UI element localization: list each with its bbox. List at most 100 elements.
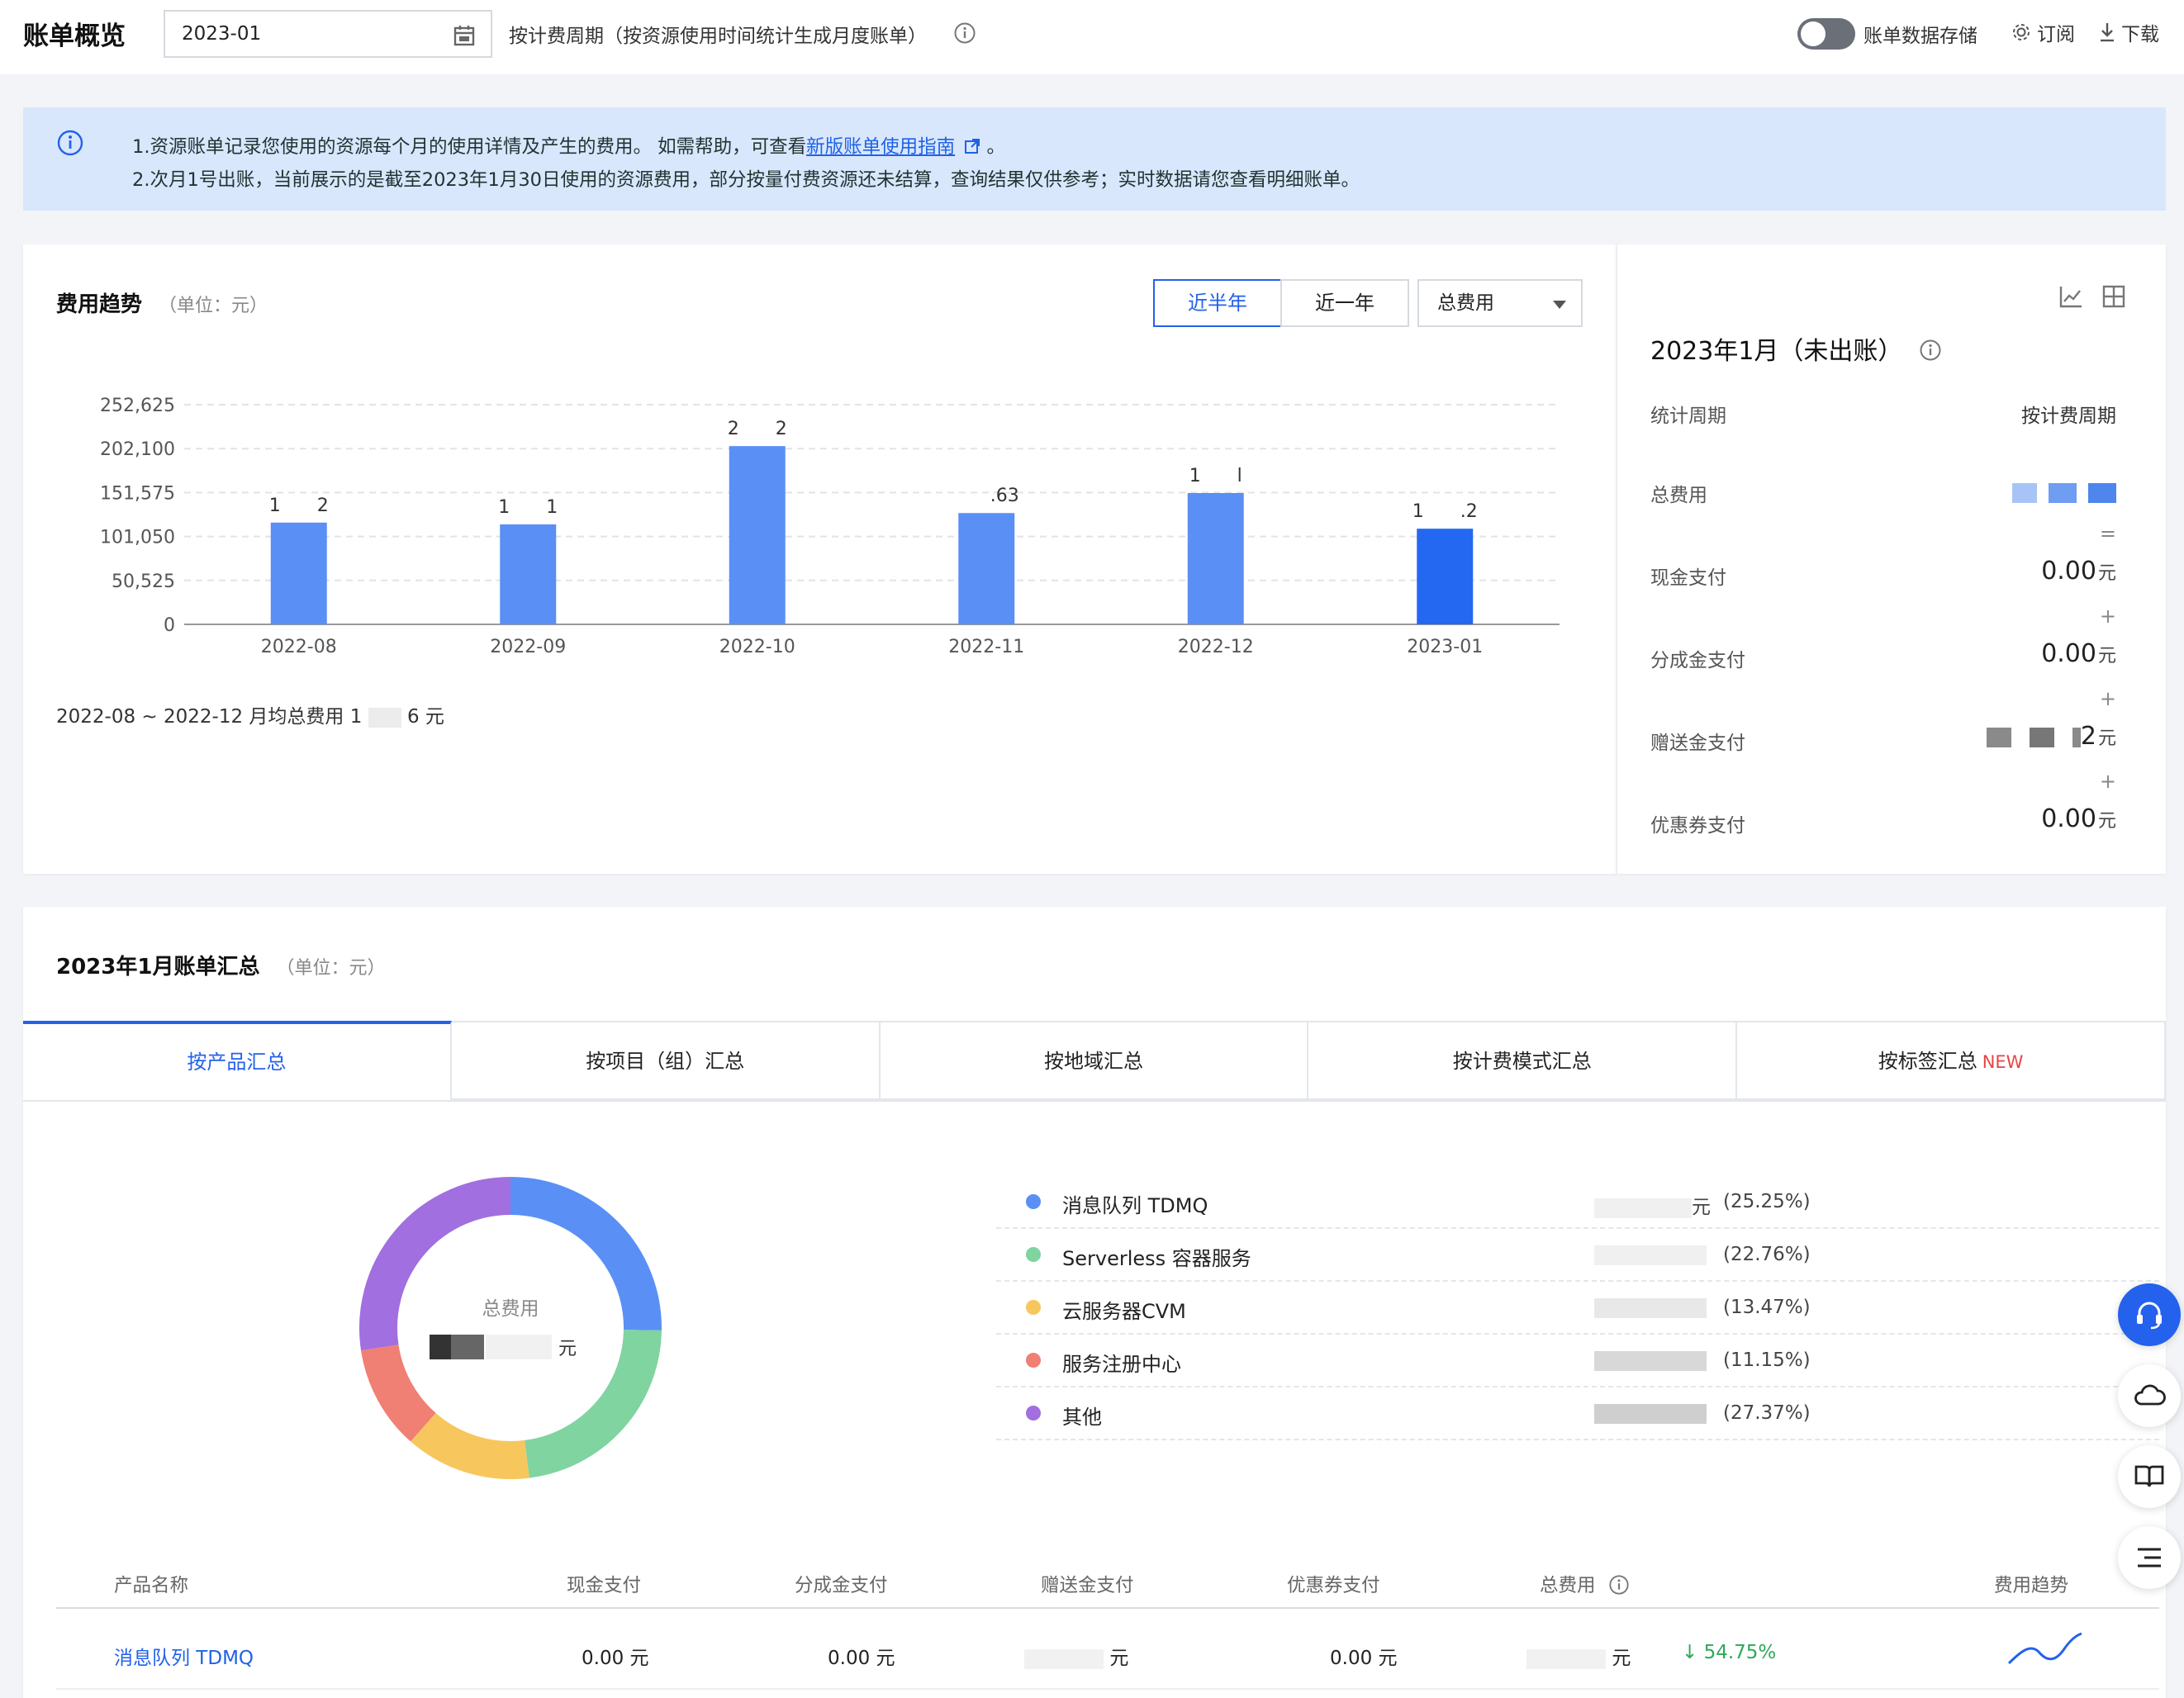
- table-icon[interactable]: [2101, 284, 2126, 309]
- legend-item: 云服务器CVM (13.47%): [996, 1282, 2159, 1335]
- gift-label: 赠送金支付: [1650, 733, 1745, 754]
- product-table-header: 产品名称 现金支付 分成金支付 赠送金支付 优惠券支付 总费用 费用趋势: [56, 1556, 2159, 1609]
- gift-value: 2元: [1986, 722, 2116, 751]
- guide-link[interactable]: 新版账单使用指南: [806, 136, 955, 158]
- gift-cell: 元: [1024, 1642, 1128, 1670]
- total-label: 总费用: [1650, 485, 1707, 506]
- legend-item: 消息队列 TDMQ 元 (25.25%): [996, 1176, 2159, 1229]
- coupon-value: 0.00元: [2041, 804, 2116, 833]
- legend-name: Serverless 容器服务: [1062, 1247, 1251, 1270]
- legend-dot: [1026, 1406, 1041, 1421]
- legend-percent: (11.15%): [1723, 1349, 1811, 1371]
- bar-value-label: 1 l: [1189, 466, 1242, 486]
- gift-amount-tail: 2: [2080, 722, 2096, 751]
- donut-slice[interactable]: [411, 1412, 529, 1479]
- month-picker-value: 2023-01: [182, 23, 262, 45]
- cash-value: 0.00元: [2041, 557, 2116, 586]
- y-tick-label: 0: [164, 615, 175, 636]
- cash-amount: 0.00: [2041, 557, 2096, 586]
- month-heading-text: 2023年1月（未出账）: [1650, 337, 1903, 366]
- book-icon: [2134, 1465, 2164, 1487]
- y-tick-label: 252,625: [100, 396, 175, 416]
- external-link-icon[interactable]: [964, 138, 980, 154]
- subscribe-button[interactable]: 订阅: [2011, 18, 2075, 46]
- tab-by-tag[interactable]: 按标签汇总 NEW: [1737, 1021, 2166, 1100]
- col-cash: 现金支付: [567, 1575, 642, 1596]
- bar: [729, 446, 786, 624]
- donut-slice[interactable]: [361, 1344, 436, 1442]
- redacted-value: [368, 707, 401, 728]
- toggle-knob: [1801, 21, 1826, 46]
- period-label: 统计周期: [1650, 406, 1726, 427]
- x-tick-label: 2023-01: [1407, 637, 1483, 657]
- top-bar: 账单概览 2023-01 按计费周期（按资源使用时间统计生成月度账单） 账单数据…: [0, 0, 2184, 74]
- coupon-cell: 0.00 元: [1330, 1648, 1398, 1669]
- col-coupon: 优惠券支付: [1287, 1575, 1380, 1596]
- donut-slice[interactable]: [359, 1177, 511, 1351]
- tab-by-region[interactable]: 按地域汇总: [880, 1021, 1309, 1100]
- col-total: 总费用: [1540, 1571, 1630, 1597]
- headset-icon: [2137, 1302, 2162, 1330]
- currency: 元: [2097, 811, 2116, 832]
- legend-percent: (13.47%): [1723, 1297, 1811, 1318]
- summary-unit: （单位：元）: [276, 958, 386, 979]
- tab-by-product[interactable]: 按产品汇总: [23, 1021, 452, 1100]
- list-button[interactable]: [2118, 1526, 2181, 1589]
- x-tick-label: 2022-08: [261, 637, 337, 657]
- table-row: 消息队列 TDMQ 0.00 元 0.00 元 元 0.00 元 元 ↓ 54.…: [56, 1610, 2159, 1690]
- trend-change: ↓ 54.75%: [1682, 1642, 1777, 1663]
- tab-by-billing-mode[interactable]: 按计费模式汇总: [1308, 1021, 1738, 1100]
- legend-item: Serverless 容器服务 (22.76%): [996, 1229, 2159, 1282]
- split-value: 0.00元: [2041, 639, 2116, 668]
- coupon-amount: 0.00: [2041, 804, 2096, 833]
- docs-button[interactable]: [2118, 1445, 2181, 1508]
- legend-name: 云服务器CVM: [1062, 1300, 1186, 1323]
- col-total-label: 总费用: [1540, 1575, 1596, 1596]
- info-icon[interactable]: [953, 21, 976, 45]
- col-trend: 费用趋势: [1994, 1575, 2069, 1596]
- product-donut-chart: 总费用 元: [359, 1177, 662, 1479]
- legend-amount: 元: [1594, 1191, 1711, 1219]
- month-summary-panel: 2023年1月（未出账） 统计周期 按计费周期 总费用 = 现金支付 0.00元…: [1616, 244, 2166, 874]
- legend-percent: (25.25%): [1723, 1191, 1811, 1212]
- month-picker[interactable]: 2023-01: [164, 10, 492, 58]
- month-heading: 2023年1月（未出账）: [1650, 330, 1942, 367]
- legend-amount: [1594, 1349, 1707, 1371]
- legend-item: 服务注册中心 (11.15%): [996, 1335, 2159, 1387]
- product-name-link[interactable]: 消息队列 TDMQ: [114, 1642, 254, 1670]
- download-button[interactable]: 下载: [2098, 18, 2159, 46]
- plus-sign: +: [2099, 605, 2116, 628]
- cost-trend-chart: 252,625 202,100 151,575 101,050 50,525 0 1 2 20…: [100, 396, 1560, 657]
- cloud-button[interactable]: [2118, 1364, 2181, 1427]
- legend-amount: [1594, 1297, 1707, 1318]
- cost-trend-card: 费用趋势 （单位：元） 近半年 近一年 总费用 252,625 202,100 151…: [23, 244, 1616, 874]
- notice-line-1: 1.资源账单记录您使用的资源每个月的使用详情及产生的费用。 如需帮助，可查看新版…: [132, 132, 1005, 159]
- legend-name: 消息队列 TDMQ: [1062, 1194, 1208, 1217]
- storage-toggle[interactable]: [1797, 18, 1855, 50]
- tab-by-project[interactable]: 按项目（组）汇总: [451, 1021, 881, 1100]
- notice-line-2: 2.次月1号出账，当前展示的是截至2023年1月30日使用的资源费用，部分按量付…: [132, 169, 1360, 191]
- split-label: 分成金支付: [1650, 650, 1745, 671]
- legend-name: 其他: [1062, 1406, 1102, 1429]
- total-cell: 元: [1526, 1642, 1631, 1670]
- currency: 元: [2097, 563, 2116, 584]
- bar-value-label: 1 .2: [1412, 501, 1478, 522]
- line-chart-icon[interactable]: [2058, 284, 2083, 309]
- bar: [500, 524, 557, 624]
- gear-icon: [2013, 24, 2030, 40]
- monthly-average-text: 2022-08 ~ 2022-12 月均总费用 1 6 元: [56, 700, 444, 728]
- view-switch: [2058, 284, 2126, 309]
- bar: [958, 513, 1015, 624]
- info-icon[interactable]: [1919, 339, 1942, 362]
- info-icon[interactable]: [1608, 1574, 1630, 1596]
- avg-prefix: 2022-08 ~ 2022-12 月均总费用 1: [56, 706, 363, 728]
- support-button[interactable]: [2118, 1283, 2181, 1346]
- bar-value-label: 1 1: [498, 497, 558, 518]
- notice-line-1-text: 1.资源账单记录您使用的资源每个月的使用详情及产生的费用。 如需帮助，可查看: [132, 136, 807, 158]
- y-tick-label: 50,525: [112, 572, 175, 592]
- legend-item: 其他 (27.37%): [996, 1387, 2159, 1440]
- equals-sign: =: [2099, 522, 2116, 545]
- bar-value-label: .63: [954, 486, 1019, 506]
- tab-by-tag-label: 按标签汇总: [1878, 1050, 1977, 1073]
- legend-dot: [1026, 1300, 1041, 1315]
